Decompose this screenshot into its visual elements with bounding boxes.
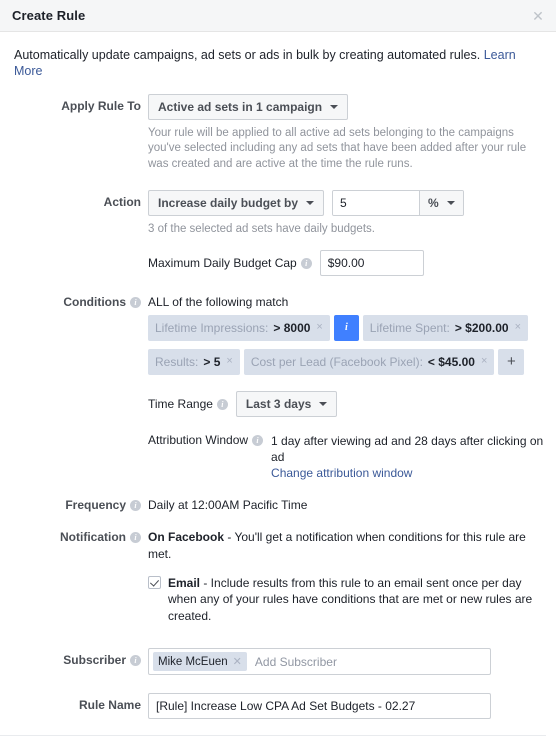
time-range-select[interactable]: Last 3 days	[236, 391, 337, 417]
condition-info-badge[interactable]: i	[334, 315, 359, 341]
notification-label: Notification i	[0, 525, 148, 544]
attribution-window-label-text: Attribution Window	[148, 433, 248, 447]
apply-rule-to-value: Active ad sets in 1 campaign	[158, 100, 322, 114]
frequency-value: Daily at 12:00AM Pacific Time	[148, 493, 546, 513]
row-subscriber: Subscriber i Mike McEuen ✕ Add Subscriber	[0, 648, 546, 675]
row-conditions: Conditions i ALL of the following match L…	[0, 290, 546, 482]
budget-cap-input[interactable]	[320, 250, 424, 276]
action-label: Action	[0, 190, 148, 209]
on-facebook-bold-text: On Facebook	[148, 530, 224, 544]
email-checkbox[interactable]	[148, 576, 161, 589]
conditions-chip-list: Lifetime Impressions: > 8000 × i Lifetim…	[148, 315, 528, 379]
row-notification: Notification i On Facebook - You'll get a…	[0, 525, 546, 624]
conditions-label: Conditions i	[0, 290, 148, 309]
action-unit-select[interactable]: %	[419, 191, 463, 215]
email-rest-text: - Include results from this rule to an e…	[168, 576, 532, 623]
info-icon[interactable]: i	[130, 532, 141, 543]
info-icon[interactable]: i	[301, 258, 312, 269]
close-icon[interactable]: ×	[226, 356, 232, 367]
budget-cap-label-text: Maximum Daily Budget Cap	[148, 256, 297, 270]
subscriber-label-text: Subscriber	[63, 653, 126, 667]
conditions-chip-row: Results: > 5 × Cost per Lead (Facebook P…	[148, 349, 528, 375]
condition-chip[interactable]: Results: > 5 ×	[148, 349, 240, 375]
conditions-match-text: ALL of the following match	[148, 290, 546, 309]
rule-name-label: Rule Name	[0, 693, 148, 712]
subscriber-placeholder: Add Subscriber	[255, 655, 337, 669]
condition-chip-value: > 8000	[273, 321, 310, 335]
info-icon[interactable]: i	[252, 435, 263, 446]
info-icon[interactable]: i	[130, 655, 141, 666]
row-action: Action Increase daily budget by % 3 of t…	[0, 190, 546, 276]
close-icon[interactable]: ×	[515, 322, 521, 333]
subscriber-label: Subscriber i	[0, 648, 148, 667]
email-bold-text: Email	[168, 576, 200, 590]
row-time-range: Time Range i Last 3 days	[148, 391, 546, 417]
subscriber-input[interactable]: Mike McEuen ✕ Add Subscriber	[148, 648, 491, 675]
info-icon[interactable]: i	[130, 500, 141, 511]
notification-label-text: Notification	[60, 530, 126, 544]
notification-email-text: Email - Include results from this rule t…	[168, 575, 541, 625]
action-amount-group: %	[332, 190, 464, 216]
intro-text: Automatically update campaigns, ad sets …	[14, 48, 480, 62]
apply-rule-to-help: Your rule will be applied to all active …	[148, 126, 540, 173]
close-icon[interactable]: ✕	[530, 8, 546, 24]
info-icon[interactable]: i	[130, 297, 141, 308]
time-range-label-text: Time Range	[148, 397, 213, 411]
change-attribution-window-link[interactable]: Change attribution window	[271, 465, 546, 481]
frequency-label-text: Frequency	[65, 498, 126, 512]
row-apply-rule-to: Apply Rule To Active ad sets in 1 campai…	[0, 94, 546, 173]
time-range-label: Time Range i	[148, 397, 228, 411]
subscriber-token-label: Mike McEuen	[158, 656, 228, 668]
close-icon[interactable]: ×	[316, 322, 322, 333]
condition-chip[interactable]: Cost per Lead (Facebook Pixel): < $45.00…	[244, 349, 495, 375]
chevron-down-icon	[330, 105, 338, 109]
close-icon[interactable]: ✕	[233, 655, 242, 668]
attribution-window-value: 1 day after viewing ad and 28 days after…	[271, 434, 543, 464]
row-attribution-window: Attribution Window i 1 day after viewing …	[148, 433, 546, 482]
condition-chip-name: Results:	[155, 355, 198, 369]
chevron-down-icon	[319, 402, 327, 406]
rule-name-input[interactable]	[148, 693, 491, 719]
condition-chip-value: > 5	[203, 355, 220, 369]
close-icon[interactable]: ×	[481, 356, 487, 367]
chevron-down-icon	[306, 201, 314, 205]
action-type-value: Increase daily budget by	[158, 196, 298, 210]
action-amount-input[interactable]	[333, 191, 419, 215]
conditions-label-text: Conditions	[63, 295, 126, 309]
action-unit-value: %	[428, 196, 439, 210]
row-frequency: Frequency i Daily at 12:00AM Pacific Time	[0, 493, 546, 513]
time-range-value: Last 3 days	[246, 397, 311, 411]
action-type-select[interactable]: Increase daily budget by	[148, 190, 324, 216]
subscriber-token[interactable]: Mike McEuen ✕	[153, 652, 247, 671]
dialog-header: Create Rule ✕	[0, 0, 556, 32]
apply-rule-to-label: Apply Rule To	[0, 94, 148, 113]
intro-description: Automatically update campaigns, ad sets …	[0, 32, 556, 94]
add-condition-button[interactable]: +	[498, 349, 524, 375]
apply-rule-to-select[interactable]: Active ad sets in 1 campaign	[148, 94, 348, 120]
budget-cap-label: Maximum Daily Budget Cap i	[148, 256, 312, 270]
row-budget-cap: Maximum Daily Budget Cap i	[148, 250, 546, 276]
condition-chip[interactable]: Lifetime Spent: > $200.00 ×	[363, 315, 528, 341]
notification-on-facebook: On Facebook - You'll get a notification …	[148, 525, 546, 561]
page-title: Create Rule	[12, 8, 85, 23]
condition-chip-value: > $200.00	[455, 321, 509, 335]
row-rule-name: Rule Name	[0, 693, 546, 719]
condition-chip-name: Lifetime Spent:	[370, 321, 450, 335]
condition-chip-name: Cost per Lead (Facebook Pixel):	[251, 355, 423, 369]
chevron-down-icon	[447, 201, 455, 205]
frequency-label: Frequency i	[0, 493, 148, 512]
info-icon[interactable]: i	[217, 399, 228, 410]
conditions-chip-row: Lifetime Impressions: > 8000 × i Lifetim…	[148, 315, 528, 341]
condition-chip-name: Lifetime Impressions:	[155, 321, 268, 335]
condition-chip-value: < $45.00	[428, 355, 475, 369]
notification-email-option[interactable]: Email - Include results from this rule t…	[148, 575, 546, 625]
action-help: 3 of the selected ad sets have daily bud…	[148, 222, 540, 238]
create-rule-form: Apply Rule To Active ad sets in 1 campai…	[0, 94, 556, 736]
condition-chip[interactable]: Lifetime Impressions: > 8000 ×	[148, 315, 330, 341]
attribution-window-label: Attribution Window i	[148, 433, 263, 447]
